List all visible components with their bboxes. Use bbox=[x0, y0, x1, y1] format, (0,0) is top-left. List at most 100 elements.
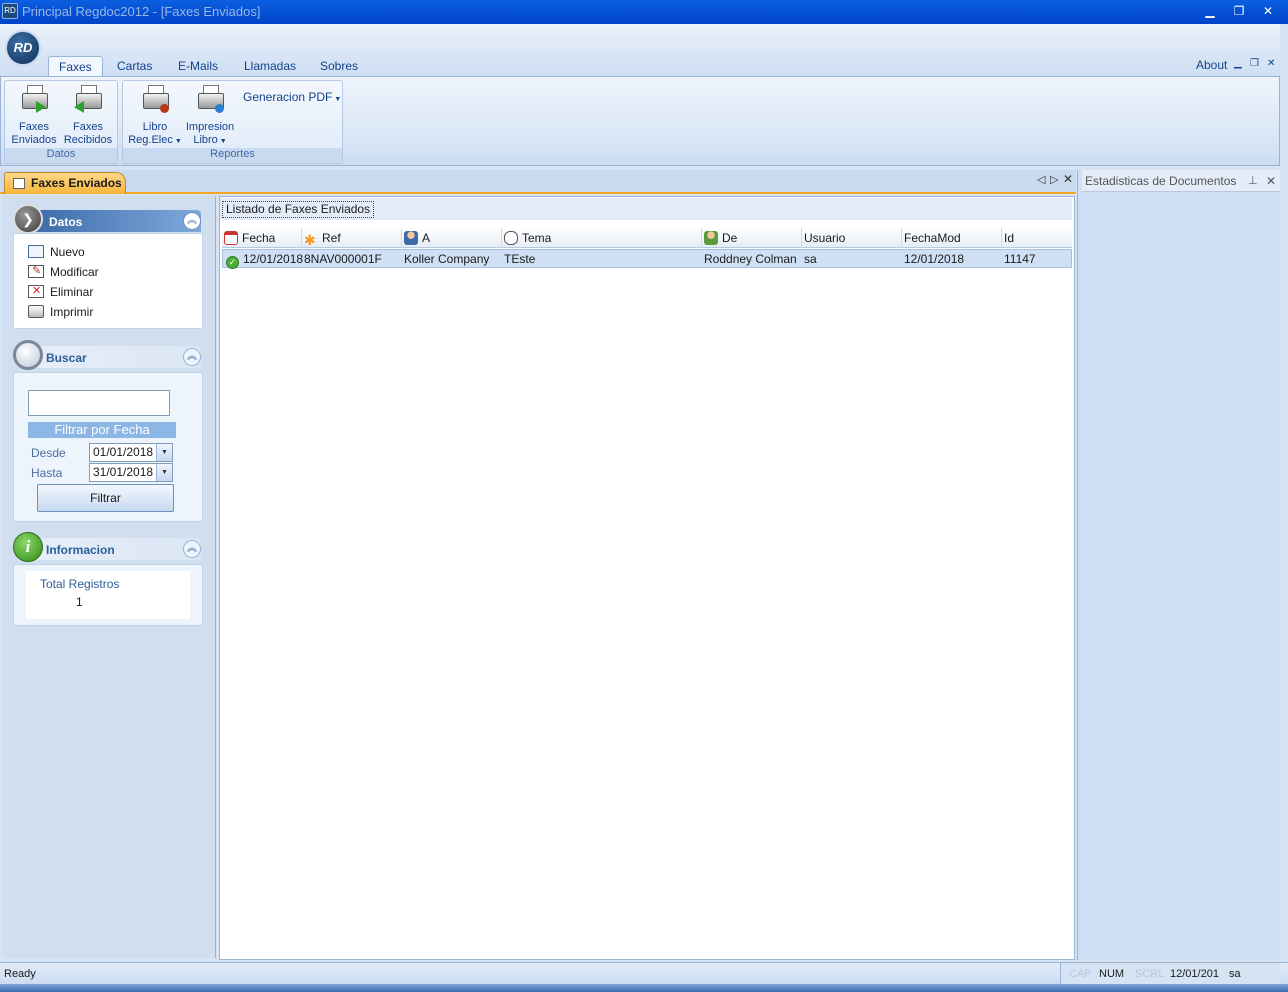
printer-print-icon bbox=[194, 83, 226, 117]
cell-fecha-value: 12/01/2018 bbox=[243, 252, 304, 266]
cell-id: 11147 bbox=[1004, 252, 1036, 266]
tab-sobres[interactable]: Sobres bbox=[310, 56, 368, 78]
scroll-left-icon[interactable]: ◁ bbox=[1037, 173, 1045, 186]
column-tema-label: Tema bbox=[522, 231, 552, 245]
close-button[interactable]: ✕ bbox=[1259, 3, 1277, 19]
folder-icon bbox=[28, 245, 44, 258]
person-icon bbox=[704, 231, 718, 245]
total-registros-value: 1 bbox=[76, 595, 83, 609]
printer-send-icon bbox=[18, 83, 50, 117]
estadisticas-panel-title: Estadisticas de Documentos bbox=[1085, 174, 1237, 188]
search-input[interactable] bbox=[28, 390, 170, 416]
window-titlebar: RD Principal Regdoc2012 - [Faxes Enviado… bbox=[0, 0, 1288, 24]
column-header-usuario[interactable]: Usuario bbox=[802, 228, 902, 248]
printer-book-icon bbox=[139, 83, 171, 117]
cell-tema: TEste bbox=[504, 252, 536, 266]
task-imprimir[interactable]: Imprimir bbox=[28, 305, 93, 319]
buscar-panel-title: Buscar bbox=[46, 351, 87, 365]
tab-cartas[interactable]: Cartas bbox=[107, 56, 162, 78]
tab-llamadas[interactable]: Llamadas bbox=[234, 56, 306, 78]
dropdown-arrow-icon: ▼ bbox=[217, 138, 227, 145]
datos-panel-title: Datos bbox=[49, 215, 83, 229]
delete-icon: ✕ bbox=[28, 285, 44, 298]
about-link[interactable]: About bbox=[1196, 58, 1227, 72]
impresion-libro-button[interactable]: Impresion Libro ▼ bbox=[182, 83, 238, 148]
group-reportes: Libro Reg.Elec ▼ Impresion Libro ▼ Gener… bbox=[122, 80, 343, 164]
column-fecha-label: Fecha bbox=[242, 231, 276, 245]
desde-date-field[interactable]: 01/01/2018 ▼ bbox=[89, 443, 173, 462]
collapse-icon[interactable]: ︽ bbox=[183, 348, 201, 366]
column-header-a[interactable]: A bbox=[402, 228, 502, 248]
informacion-panel-title: Informacion bbox=[46, 543, 115, 557]
tab-emails[interactable]: E-Mails bbox=[168, 56, 228, 78]
column-header-fecha[interactable]: Fecha bbox=[222, 228, 302, 248]
task-modificar-label: Modificar bbox=[50, 265, 99, 279]
column-id-label: Id bbox=[1004, 231, 1015, 245]
column-header-tema[interactable]: Tema bbox=[502, 228, 702, 248]
hasta-date-field[interactable]: 31/01/2018 ▼ bbox=[89, 463, 173, 482]
generacion-pdf-button[interactable]: Generacion PDF ▼ bbox=[243, 90, 341, 104]
close-document-icon[interactable]: ✕ bbox=[1063, 172, 1073, 186]
person-icon bbox=[404, 231, 418, 245]
list-caption: Listado de Faxes Enviados bbox=[222, 201, 375, 218]
dropdown-arrow-icon: ▼ bbox=[332, 96, 342, 103]
task-eliminar[interactable]: ✕ Eliminar bbox=[28, 285, 93, 299]
tab-faxes[interactable]: Faxes bbox=[48, 56, 103, 78]
column-a-label: A bbox=[422, 231, 431, 245]
filtrar-button[interactable]: Filtrar bbox=[37, 484, 174, 512]
app-icon: RD bbox=[2, 3, 18, 19]
group-datos: Faxes Enviados Faxes Recibidos Datos bbox=[4, 80, 118, 164]
cell-fecha: ✓ 12/01/2018 bbox=[226, 250, 306, 269]
buscar-panel-header[interactable]: Buscar ︽ bbox=[13, 340, 201, 370]
ribbon-tab-row: Faxes Cartas E-Mails Llamadas Sobres bbox=[0, 52, 1280, 78]
ribbon-panel: Faxes Enviados Faxes Recibidos Datos Lib… bbox=[0, 76, 1280, 166]
close-icon[interactable]: ✕ bbox=[1266, 170, 1276, 192]
libro-reg-elec-button[interactable]: Libro Reg.Elec ▼ bbox=[126, 83, 184, 148]
pin-icon[interactable]: ⊥ bbox=[1248, 170, 1258, 192]
estadisticas-panel: Estadisticas de Documentos ⊥ ✕ bbox=[1077, 170, 1280, 960]
status-bar: Ready CAP NUM SCRL 12/01/201 sa bbox=[0, 962, 1288, 985]
task-imprimir-label: Imprimir bbox=[50, 305, 94, 319]
total-registros-label: Total Registros bbox=[40, 577, 120, 591]
collapse-icon[interactable]: ︽ bbox=[183, 212, 201, 230]
column-ref-label: Ref bbox=[322, 231, 341, 245]
impresion-label-1: Impresion bbox=[185, 121, 235, 133]
speech-bubble-icon bbox=[504, 231, 518, 245]
mdi-minimize-button[interactable]: ▁ bbox=[1234, 58, 1242, 69]
group-datos-label: Datos bbox=[5, 148, 117, 163]
os-taskbar bbox=[0, 984, 1288, 992]
application-orb-button[interactable]: RD bbox=[5, 30, 41, 66]
mdi-close-button[interactable]: ✕ bbox=[1267, 58, 1275, 69]
datos-panel-header[interactable]: ❯ Datos ︽ bbox=[13, 204, 201, 234]
cell-a: Koller Company bbox=[404, 252, 490, 266]
faxes-recibidos-label-1: Faxes bbox=[73, 121, 103, 133]
column-header-id[interactable]: Id bbox=[1002, 228, 1072, 248]
mdi-restore-button[interactable]: ❐ bbox=[1250, 58, 1259, 69]
minimize-button[interactable]: ▁ bbox=[1201, 3, 1219, 19]
generacion-pdf-label: Generacion PDF bbox=[243, 90, 333, 104]
printer-icon bbox=[28, 305, 44, 318]
faxes-recibidos-button[interactable]: Faxes Recibidos bbox=[61, 83, 115, 147]
desde-date-value: 01/01/2018 bbox=[93, 445, 154, 459]
informacion-panel-header[interactable]: i Informacion ︽ bbox=[13, 532, 201, 562]
impresion-label-2: Libro bbox=[193, 134, 218, 146]
task-eliminar-label: Eliminar bbox=[50, 285, 94, 299]
column-header-de[interactable]: De bbox=[702, 228, 802, 248]
restore-button[interactable]: ❐ bbox=[1230, 3, 1248, 19]
faxes-enviados-button[interactable]: Faxes Enviados bbox=[8, 83, 60, 147]
cell-de: Roddney Colman bbox=[704, 252, 797, 266]
printer-receive-icon bbox=[72, 83, 104, 117]
column-header-fechamod[interactable]: FechaMod bbox=[902, 228, 1002, 248]
libro-label-2: Reg.Elec bbox=[128, 134, 173, 146]
doc-tab-faxes-enviados[interactable]: Faxes Enviados bbox=[4, 172, 126, 194]
task-nuevo[interactable]: Nuevo bbox=[28, 245, 85, 259]
task-modificar[interactable]: ✎ Modificar bbox=[28, 265, 99, 279]
column-header-ref[interactable]: ✱ Ref bbox=[302, 228, 402, 248]
scroll-right-icon[interactable]: ▷ bbox=[1050, 173, 1058, 186]
table-row[interactable]: ✓ 12/01/2018 8NAV000001F Koller Company T… bbox=[222, 249, 1072, 269]
faxes-enviados-label-2: Enviados bbox=[11, 134, 57, 146]
calendar-dropdown-icon[interactable]: ▼ bbox=[156, 444, 172, 461]
calendar-dropdown-icon[interactable]: ▼ bbox=[156, 464, 172, 481]
collapse-icon[interactable]: ︽ bbox=[183, 540, 201, 558]
cell-usuario: sa bbox=[804, 252, 817, 266]
